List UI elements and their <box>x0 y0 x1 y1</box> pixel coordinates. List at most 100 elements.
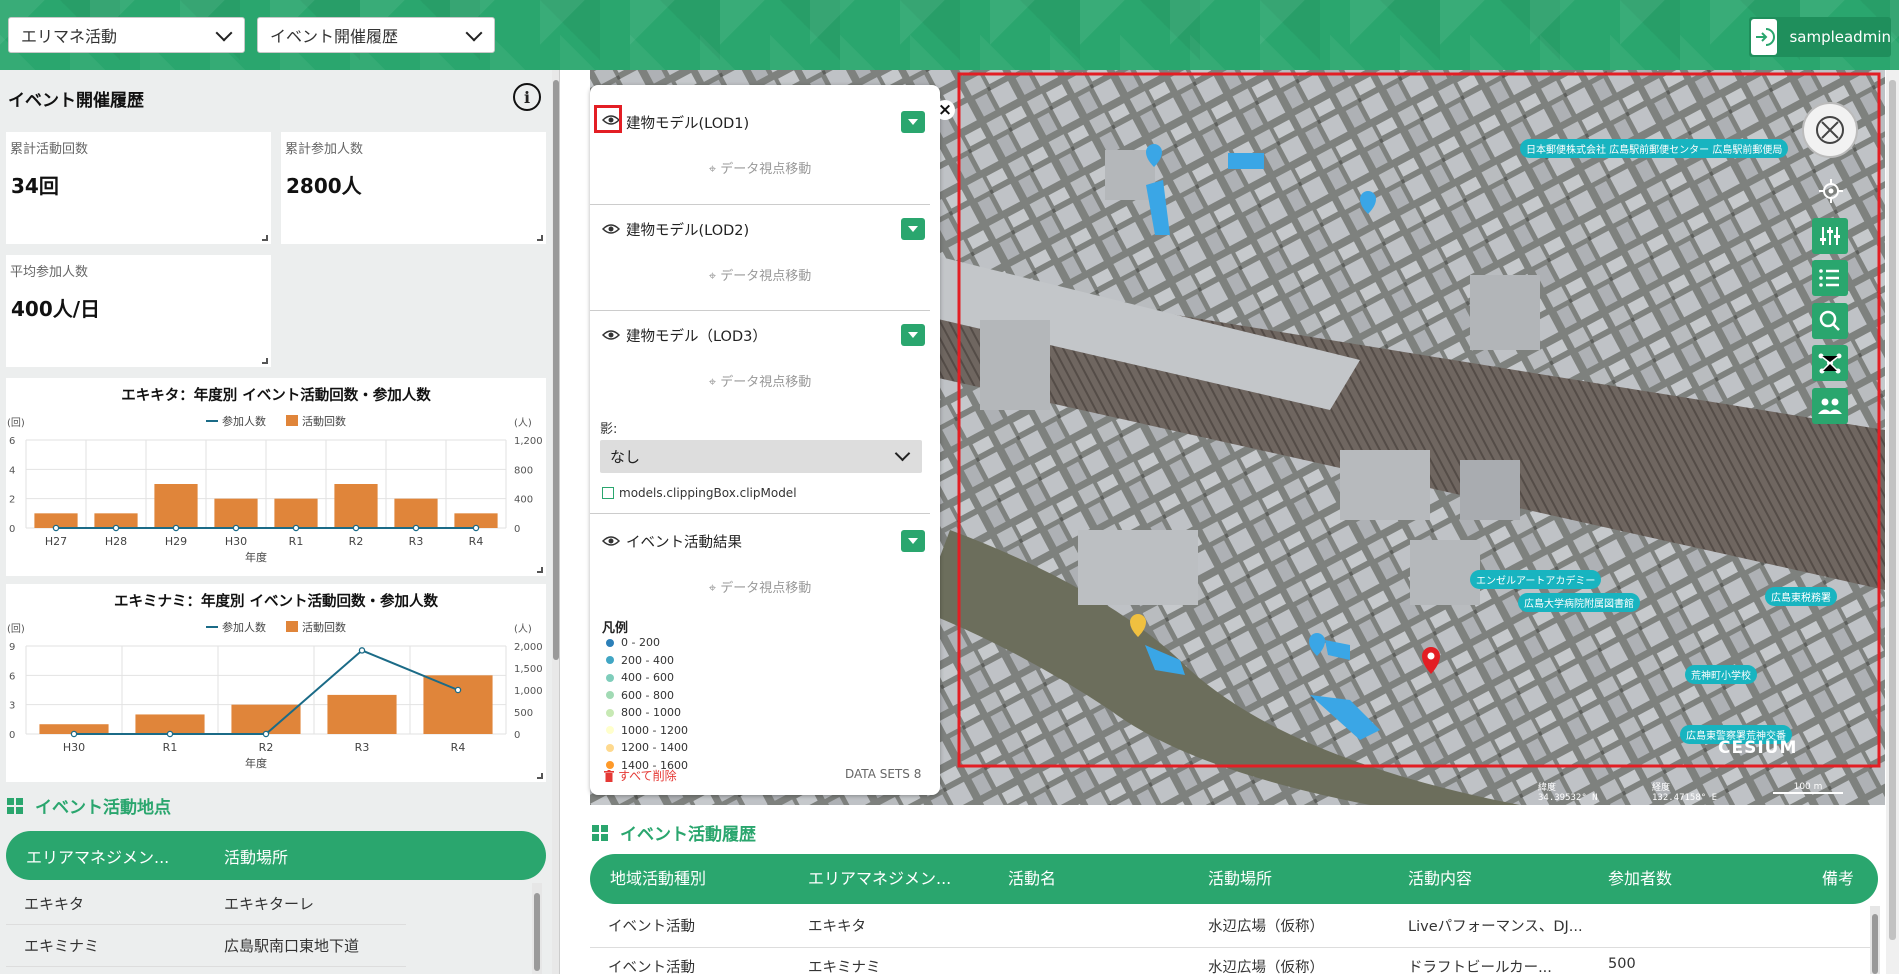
column-header[interactable]: 活動名 <box>1008 854 1056 904</box>
logout-button[interactable] <box>1751 19 1778 55</box>
layer-expand-button[interactable] <box>901 324 925 346</box>
column-header[interactable]: 地域活動種別 <box>610 854 706 904</box>
layer-expand-button[interactable] <box>901 111 925 133</box>
location-pin-icon: ⌖ <box>708 375 717 390</box>
layer-expand-button[interactable] <box>901 530 925 552</box>
eye-icon[interactable] <box>602 329 620 341</box>
scroll-thumb[interactable] <box>534 893 540 971</box>
resize-handle[interactable] <box>262 235 268 241</box>
map-poi-label[interactable]: 広島大学病院附属図書館 <box>1518 593 1640 612</box>
people-button[interactable] <box>1812 388 1848 424</box>
x-axis-title: 年度 <box>245 550 267 564</box>
left-panel: イベント開催履歴 i 累計活動回数 34回 累計参加人数 2800人 平均参加人… <box>0 70 560 974</box>
map-poi-label[interactable]: エンゼルアートアカデミー <box>1470 570 1602 589</box>
column-header[interactable]: エリアマネジメン... <box>808 854 951 904</box>
scroll-thumb[interactable] <box>553 80 559 660</box>
line-point <box>166 730 174 738</box>
map-poi-label[interactable]: 日本郵便株式会社 広島駅前郵便センター 広島駅前郵便局 <box>1520 139 1789 158</box>
locate-icon[interactable] <box>1818 178 1844 204</box>
column-header-location[interactable]: 活動場所 <box>224 844 288 868</box>
shadow-select[interactable]: なし <box>600 440 922 473</box>
y-tick-right: 400 <box>514 495 533 506</box>
x-tick-label: R3 <box>355 741 370 754</box>
y-tick-right: 1,000 <box>514 686 543 697</box>
table-row[interactable]: イベント活動 エキキタ 水辺広場（仮称） Liveパフォーマンス、DJ... <box>590 906 1878 948</box>
column-header-area-management[interactable]: エリアマネジメン... <box>26 844 169 868</box>
line-point <box>172 524 180 532</box>
table-row[interactable]: エキミナミ 広島駅南口東地下道 <box>6 925 406 967</box>
layer-nav-link[interactable]: ⌖ データ視点移動 <box>590 371 930 390</box>
x-tick-label: H27 <box>45 535 67 548</box>
y-axis-right-unit: (人) <box>514 623 532 635</box>
layer-item-lod1[interactable]: 建物モデル(LOD1) ⌖ データ視点移動 <box>590 85 930 205</box>
locations-table-header: エリアマネジメン... 活動場所 <box>6 831 546 880</box>
y-tick-left: 0 <box>9 730 15 741</box>
page-scrollbar[interactable] <box>1886 70 1899 974</box>
eye-icon[interactable] <box>602 223 620 235</box>
resize-handle[interactable] <box>537 567 543 573</box>
compass-control[interactable] <box>1802 102 1858 158</box>
eye-highlight <box>594 105 622 133</box>
history-scrollbar[interactable] <box>1870 906 1880 974</box>
left-panel-scrollbar[interactable] <box>552 70 559 974</box>
delete-all-button[interactable]: すべて削除 <box>604 767 677 784</box>
longitude-value: 132.47158° E <box>1652 793 1718 803</box>
layer-item-lod2[interactable]: 建物モデル(LOD2) ⌖ データ視点移動 <box>590 206 930 311</box>
close-icon[interactable]: × <box>935 100 955 120</box>
scroll-thumb[interactable] <box>1872 914 1878 974</box>
y-tick-right: 500 <box>514 708 533 719</box>
column-header[interactable]: 参加者数 <box>1608 854 1672 904</box>
cell: イベント活動 <box>608 919 695 935</box>
eye-icon[interactable] <box>602 535 620 547</box>
info-icon[interactable]: i <box>513 83 541 111</box>
resize-handle[interactable] <box>262 358 268 364</box>
line-point <box>52 524 60 532</box>
line-point <box>262 730 270 738</box>
network-icon <box>1818 353 1842 374</box>
map-poi-label[interactable]: 荒神町小学校 <box>1685 665 1757 684</box>
column-header[interactable]: 活動内容 <box>1408 854 1472 904</box>
layer-item-lod3[interactable]: 建物モデル（LOD3） ⌖ データ視点移動 <box>590 312 930 417</box>
sliders-icon <box>1820 227 1840 245</box>
table-row[interactable]: イベント活動 エキミナミ 水辺広場（仮称） ドラフトビールカー... 500 <box>590 948 1878 974</box>
y-tick-left: 6 <box>9 436 15 447</box>
layer-item-event-results[interactable]: イベント活動結果 ⌖ データ視点移動 <box>590 514 930 609</box>
view-select[interactable]: イベント開催履歴 <box>257 17 495 53</box>
legend-label: 活動回数 <box>302 414 346 428</box>
network-button[interactable] <box>1812 345 1848 381</box>
legend-dot <box>606 743 614 752</box>
layer-expand-button[interactable] <box>901 218 925 240</box>
user-menu[interactable]: sampleadmin <box>1749 17 1891 57</box>
category-select[interactable]: エリマネ活動 <box>8 17 245 53</box>
resize-handle[interactable] <box>537 773 543 779</box>
locations-scrollbar[interactable] <box>532 883 542 974</box>
settings-sliders-button[interactable] <box>1812 218 1848 254</box>
checkbox-box[interactable] <box>602 487 614 499</box>
legend-label: 400 - 600 <box>621 671 674 684</box>
cell: 水辺広場（仮称） <box>1208 919 1324 935</box>
legend-title: 凡例 <box>602 621 629 636</box>
nav-label: データ視点移動 <box>720 269 812 284</box>
layer-list-button[interactable] <box>1812 260 1848 296</box>
resize-handle[interactable] <box>537 235 543 241</box>
clip-model-checkbox[interactable]: models.clippingBox.clipModel <box>602 486 797 500</box>
layer-nav-link[interactable]: ⌖ データ視点移動 <box>590 158 930 177</box>
bar <box>423 675 493 734</box>
chevron-down-icon <box>215 24 233 42</box>
map-poi-label[interactable]: 広島東税務署 <box>1765 587 1837 606</box>
legend-label: 参加人数 <box>222 620 266 634</box>
column-header[interactable]: 備考 <box>1822 854 1854 904</box>
column-header[interactable]: 活動場所 <box>1208 854 1272 904</box>
delete-all-label: すべて削除 <box>618 769 677 783</box>
layer-nav-link[interactable]: ⌖ データ視点移動 <box>590 577 930 596</box>
y-tick-right: 0 <box>514 524 520 535</box>
table-row[interactable]: エキキタ エキキターレ <box>6 883 406 925</box>
chart-ekiminami: 参加人数 活動回数 (回) (人) 0 3 6 9 0 500 1,000 1,500 2,000 H30… <box>7 620 543 770</box>
latitude-readout: 緯度 34.39532° N <box>1538 783 1598 803</box>
layer-nav-link[interactable]: ⌖ データ視点移動 <box>590 265 930 284</box>
bar <box>214 498 258 528</box>
search-button[interactable] <box>1812 303 1848 339</box>
bar <box>154 484 198 528</box>
scroll-thumb[interactable] <box>1889 80 1896 940</box>
search-icon <box>1819 310 1840 331</box>
